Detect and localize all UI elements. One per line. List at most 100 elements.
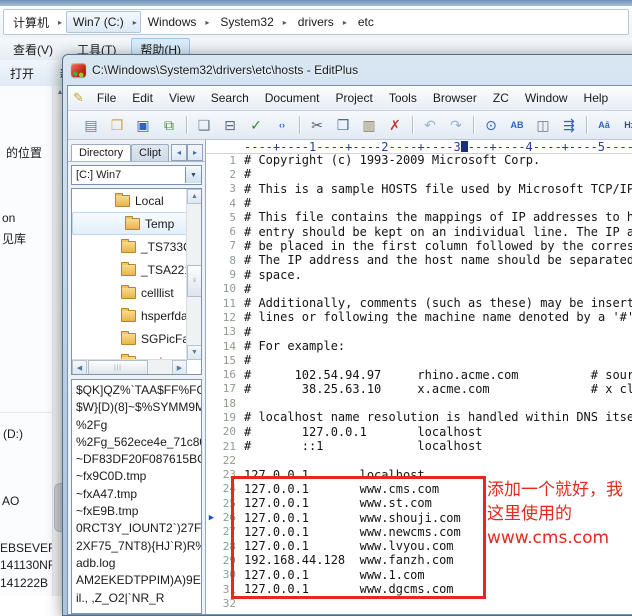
file-list-item[interactable]: ~DF83DF20F087615BC4 (72, 451, 201, 468)
redo-button[interactable]: ↷ (444, 114, 468, 136)
chevron-right-icon[interactable]: ▸ (280, 18, 290, 27)
line-text[interactable]: # Copyright (c) 1993-2009 Microsoft Corp… (236, 153, 540, 167)
line-text[interactable]: # For example: (236, 339, 345, 353)
menu-item[interactable]: Help (576, 91, 617, 105)
breadcrumb-item-label[interactable]: drivers (292, 15, 340, 29)
editor-line[interactable]: 4 # (206, 196, 632, 210)
breadcrumb-item-label[interactable]: Win7 (C:) (67, 15, 130, 29)
menu-item[interactable]: View (161, 91, 203, 105)
tree-horizontal-scrollbar[interactable]: ◀ ||| ▶ (72, 359, 187, 374)
menu-item[interactable]: Project (327, 91, 380, 105)
cut-button[interactable]: ✂ (305, 114, 329, 136)
editor-line[interactable]: 12 # lines or following the machine name… (206, 310, 632, 324)
new-document-button[interactable]: ▤ (79, 114, 103, 136)
line-text[interactable]: # 38.25.63.10 x.acme.com # x client host (236, 382, 632, 396)
file-list-item[interactable]: ~fxE9B.tmp (72, 503, 201, 520)
editor-line[interactable]: 1 # Copyright (c) 1993-2009 Microsoft Co… (206, 153, 632, 167)
breadcrumb[interactable]: 计算机 ▸ Win7 (C:) ▸ Windows ▸ System32 ▸ d… (3, 9, 629, 35)
file-list-item[interactable]: ~fxA47.tmp (72, 486, 201, 503)
scrollbar-thumb[interactable]: ||| (88, 360, 148, 375)
line-text[interactable]: # (236, 282, 251, 296)
line-text[interactable]: # This file contains the mappings of IP … (236, 210, 632, 224)
menu-item[interactable]: Browser (425, 91, 485, 105)
copy-button[interactable]: ❒ (331, 114, 355, 136)
menu-item[interactable]: Tools (381, 91, 425, 105)
nav-item-partial[interactable]: 141222B (0, 576, 48, 590)
editor-line[interactable]: 11 # Additionally, comments (such as the… (206, 296, 632, 310)
line-text[interactable]: # (236, 353, 251, 367)
file-list-item[interactable]: ~fx9C0D.tmp (72, 468, 201, 485)
line-text[interactable]: # 102.54.94.97 rhino.acme.com # source s… (236, 368, 632, 382)
paste-button[interactable]: ▥ (357, 114, 381, 136)
line-text[interactable]: # ::1 localhost (236, 439, 482, 453)
nav-item-partial[interactable]: 的位置 (6, 144, 42, 161)
editor-line[interactable]: 17 # 38.25.63.10 x.acme.com # x client h… (206, 382, 632, 396)
breadcrumb-segment[interactable]: Windows ▸ (141, 11, 214, 33)
breadcrumb-item-label[interactable]: System32 (214, 15, 279, 29)
line-text[interactable]: # localhost name resolution is handled w… (236, 410, 632, 424)
save-all-button[interactable]: ⧉ (157, 114, 181, 136)
menu-item[interactable]: ZC (485, 91, 517, 105)
line-text[interactable]: # This is a sample HOSTS file used by Mi… (236, 182, 632, 196)
drive-select[interactable]: [C:] Win7 ▼ (71, 165, 202, 185)
breadcrumb-item-label[interactable]: etc (352, 15, 380, 29)
editor-line[interactable]: 21 # ::1 localhost (206, 439, 632, 453)
tab-scroll-right-icon[interactable]: ▸ (187, 144, 203, 161)
scroll-up-icon[interactable]: ▲ (187, 189, 202, 204)
menu-item[interactable]: Search (203, 91, 257, 105)
editor-line[interactable]: 2 # (206, 167, 632, 181)
editor-line[interactable]: 6 # entry should be kept on an individua… (206, 224, 632, 238)
tree-item[interactable]: _TSA221.t (72, 258, 201, 281)
line-text[interactable]: # lines or following the machine name de… (236, 310, 632, 324)
file-list-item[interactable]: %2Fg_562ece4e_71c800 (72, 434, 201, 451)
html-code-button[interactable]: ‹› (270, 114, 294, 136)
file-list-item[interactable]: 0RCT3Y_IOUNT2`)27FJ9 (72, 520, 201, 537)
tab-cliptext[interactable]: Clipt (131, 144, 169, 161)
print-preview-button[interactable]: ❑ (192, 114, 216, 136)
chevron-right-icon[interactable]: ▸ (130, 18, 140, 27)
line-text[interactable]: # be placed in the first column followed… (236, 239, 632, 253)
font-button[interactable]: Aā (592, 114, 616, 136)
editor-line[interactable]: 18 (206, 396, 632, 410)
nav-item-partial[interactable]: on (2, 211, 15, 225)
breadcrumb-segment[interactable]: System32 ▸ (213, 11, 290, 33)
editor-line[interactable]: 20 # 127.0.0.1 localhost (206, 425, 632, 439)
tab-scroll-left-icon[interactable]: ◂ (171, 144, 187, 161)
nav-item-partial[interactable]: 见库 (2, 230, 26, 247)
editor-line[interactable]: 16 # 102.54.94.97 rhino.acme.com # sourc… (206, 367, 632, 381)
open-folder-button[interactable]: ❐ (105, 114, 129, 136)
menu-item[interactable]: Edit (124, 91, 161, 105)
replace-button[interactable]: AB (505, 114, 529, 136)
editplus-titlebar[interactable]: C:\Windows\System32\drivers\etc\hosts - … (67, 55, 632, 85)
spell-check-button[interactable]: ✓ (244, 114, 268, 136)
editor-line[interactable]: 15 # (206, 353, 632, 367)
editor-line[interactable]: 5 # This file contains the mappings of I… (206, 210, 632, 224)
breadcrumb-item-label[interactable]: 计算机 (7, 14, 55, 31)
line-text[interactable]: # (236, 167, 251, 181)
tree-item[interactable]: SGPicFace (72, 327, 201, 350)
file-list-item[interactable]: AM2EKEDTPPIM)A)9E92 (72, 572, 201, 589)
undo-button[interactable]: ↶ (418, 114, 442, 136)
chevron-right-icon[interactable]: ▸ (340, 18, 350, 27)
nav-item-partial[interactable]: AO (2, 494, 19, 508)
line-text[interactable]: # The IP address and the host name shoul… (236, 253, 632, 267)
tree-item[interactable]: Local (72, 189, 201, 212)
explorer-menu-item[interactable]: 查看(V) (4, 38, 62, 61)
file-list-item[interactable]: $W}[D)(8]~$%SYMM9M (72, 399, 201, 416)
scroll-down-icon[interactable]: ▼ (187, 345, 202, 360)
nav-item-partial[interactable]: EBSEVER (0, 541, 52, 555)
editor-line[interactable]: 7 # be placed in the first column follow… (206, 239, 632, 253)
menu-item[interactable]: Document (257, 91, 328, 105)
open-button[interactable]: 打开 (10, 65, 34, 82)
scrollbar-thumb[interactable]: ≡ (187, 265, 202, 297)
hex-view-button[interactable]: Hx (618, 114, 632, 136)
editor-line[interactable]: 10 # (206, 282, 632, 296)
tree-item[interactable]: _TS733C.t (72, 235, 201, 258)
tab-directory[interactable]: Directory (71, 144, 131, 161)
chevron-down-icon[interactable]: ▼ (185, 167, 201, 183)
sort-button[interactable]: ⇶ (557, 114, 581, 136)
file-list-item[interactable]: %2Fg (72, 417, 201, 434)
editor-line[interactable]: 8 # The IP address and the host name sho… (206, 253, 632, 267)
tree-vertical-scrollbar[interactable]: ▲ ≡ ▼ (186, 189, 201, 360)
menu-item[interactable]: File (89, 91, 124, 105)
